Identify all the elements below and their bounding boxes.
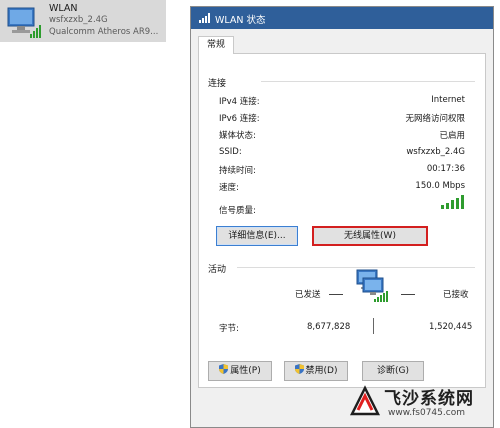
connection-section-title: 连接 <box>208 79 227 89</box>
duration-label: 持续时间: <box>219 166 256 176</box>
activity-separator <box>373 318 374 334</box>
duration-value: 00:17:36 <box>426 164 465 174</box>
bytes-label: 字节: <box>219 324 239 334</box>
details-button[interactable]: 详细信息(E)... <box>216 226 298 246</box>
watermark-title: 飞沙系统网 <box>384 389 474 409</box>
diagnose-button[interactable]: 诊断(G) <box>362 361 424 381</box>
signal-bar <box>451 200 454 209</box>
sent-dash <box>329 294 343 295</box>
media-state-label: 媒体状态: <box>219 131 256 141</box>
signal-quality-label: 信号质量: <box>219 206 256 216</box>
properties-button[interactable]: 属性(P) <box>208 361 272 381</box>
section-divider <box>261 81 475 82</box>
tab-general[interactable]: 常规 <box>198 36 234 54</box>
activity-section-title: 活动 <box>208 265 227 275</box>
ipv4-label: IPv4 连接: <box>219 97 260 107</box>
signal-bar <box>456 197 459 209</box>
title-bar[interactable]: WLAN 状态 <box>191 7 493 29</box>
wireless-adapter-icon <box>7 7 41 38</box>
site-logo-icon <box>349 385 381 416</box>
signal-bar <box>446 202 449 209</box>
adapter-name: WLAN <box>49 3 78 14</box>
adapter-ssid: wsfxzxb_2.4G <box>49 15 108 25</box>
wlan-status-dialog: WLAN 状态 常规 连接 IPv4 连接: Internet IPv6 连接:… <box>190 6 494 428</box>
speed-label: 速度: <box>219 183 239 193</box>
ipv6-value: 无网络访问权限 <box>405 114 465 124</box>
signal-bar <box>461 195 464 209</box>
site-watermark: 飞沙系统网 www.fs0745.com <box>348 380 500 428</box>
disable-button-label: 禁用(D) <box>305 366 338 376</box>
properties-button-label: 属性(P) <box>230 366 261 376</box>
bytes-received-value: 1,520,445 <box>429 322 473 332</box>
uac-shield-icon <box>294 364 304 374</box>
received-label: 已接收 <box>443 290 469 300</box>
uac-shield-icon <box>219 364 229 374</box>
speed-value: 150.0 Mbps <box>415 181 465 191</box>
signal-bar <box>441 205 444 209</box>
wireless-properties-button[interactable]: 无线属性(W) <box>312 226 428 246</box>
ipv6-label: IPv6 连接: <box>219 114 260 124</box>
network-computers-icon <box>356 269 388 302</box>
adapter-device: Qualcomm Atheros AR9... <box>49 27 159 37</box>
sent-label: 已发送 <box>295 290 321 300</box>
ssid-value: wsfxzxb_2.4G <box>406 147 465 157</box>
wlan-adapter-tile[interactable]: WLAN wsfxzxb_2.4G Qualcomm Atheros AR9..… <box>0 0 166 42</box>
ipv4-value: Internet <box>431 95 465 105</box>
disable-button[interactable]: 禁用(D) <box>284 361 348 381</box>
bytes-sent-value: 8,677,828 <box>307 322 351 332</box>
signal-icon <box>199 13 210 23</box>
watermark-url: www.fs0745.com <box>388 408 465 418</box>
dialog-title: WLAN 状态 <box>215 15 266 26</box>
received-dash <box>401 294 415 295</box>
signal-strength-icon <box>441 195 465 209</box>
media-state-value: 已启用 <box>439 131 465 141</box>
ssid-label: SSID: <box>219 147 242 157</box>
general-panel: 连接 IPv4 连接: Internet IPv6 连接: 无网络访问权限 媒体… <box>198 53 486 388</box>
